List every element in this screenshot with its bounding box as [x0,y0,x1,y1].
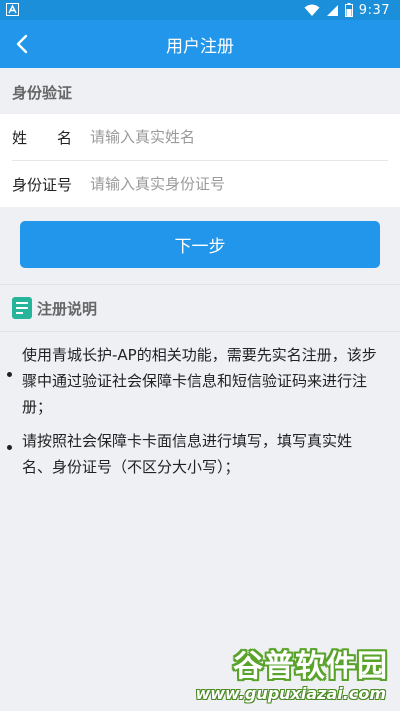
next-button[interactable]: 下一步 [20,221,380,268]
a-notification-icon [6,3,19,16]
page-title: 用户注册 [166,37,234,57]
list-item: 请按照社会保障卡卡面信息进行填写，填写真实姓名、身份证号（不区分大小写）； [7,428,378,480]
wifi-icon [304,4,320,16]
section-header: 身份验证 [0,68,400,114]
name-input[interactable] [90,122,380,152]
section-title: 身份验证 [12,84,73,102]
status-time: 9:37 [358,2,390,18]
notes-header: 注册说明 [0,284,400,332]
id-number-label: 身份证号 [12,176,73,194]
watermark: 谷普软件园 www.gupuxiazai.com [195,641,396,707]
name-label: 姓名 [12,129,73,147]
bullet [7,372,12,377]
status-bar: 9:37 [0,0,400,20]
signal-icon [326,4,338,16]
name-row: 姓名 [0,114,400,161]
watermark-url: www.gupuxiazai.com [195,684,386,703]
list-item: 使用青城长护-AP的相关功能，需要先实名注册，该步骤中通过验证社会保障卡信息和短… [7,342,378,420]
id-number-input[interactable] [90,169,380,199]
notes-list: 使用青城长护-AP的相关功能，需要先实名注册，该步骤中通过验证社会保障卡信息和短… [0,342,400,488]
watermark-logo-text: 谷普软件园 [233,649,388,684]
identity-form: 姓名 身份证号 [0,114,400,207]
battery-icon [344,3,353,17]
id-number-row: 身份证号 [0,161,400,207]
status-icons: 9:37 [304,1,390,19]
app-bar: 用户注册 [0,20,400,68]
notes-title: 注册说明 [37,300,98,318]
bullet [7,445,12,450]
document-icon [12,297,32,319]
